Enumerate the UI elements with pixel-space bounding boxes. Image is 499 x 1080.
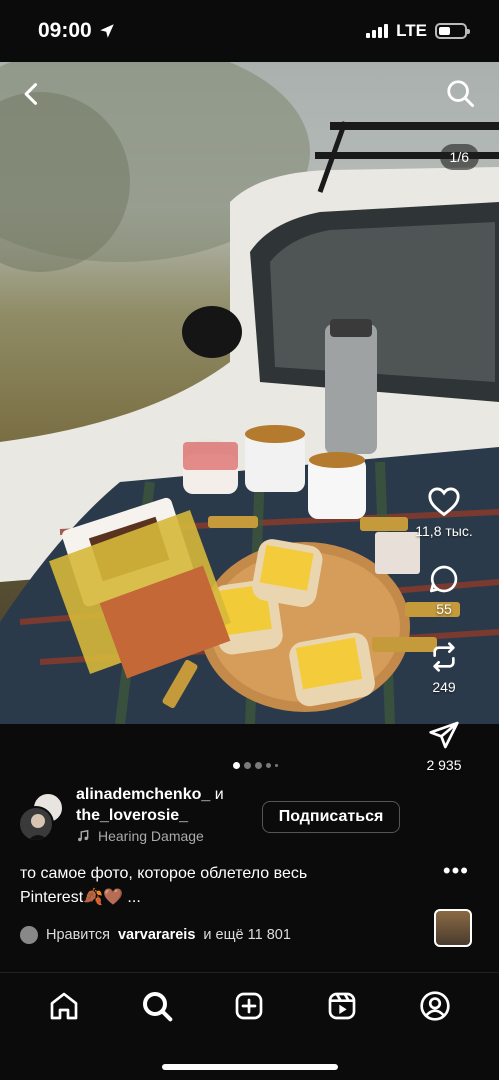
status-bar: 09:00 LTE: [0, 0, 499, 62]
reel-thumbnail[interactable]: [434, 909, 472, 947]
music-info[interactable]: Hearing Damage: [76, 828, 204, 844]
carousel-dot: [244, 762, 251, 769]
reels-icon[interactable]: [326, 990, 358, 1022]
search-icon[interactable]: [141, 990, 173, 1022]
caption-line: Pinterest🍂🤎 ...: [20, 889, 141, 906]
heart-icon[interactable]: [427, 485, 461, 517]
music-title[interactable]: Hearing Damage: [98, 828, 204, 844]
share-action[interactable]: 2 935: [426, 719, 462, 773]
post-caption[interactable]: то самое фото, которое облетело весь Pin…: [20, 862, 400, 910]
profile-icon[interactable]: [419, 990, 451, 1022]
music-note-icon: [78, 829, 89, 842]
repost-action[interactable]: 249: [428, 641, 460, 695]
liked-by-prefix: Нравится: [46, 927, 110, 943]
battery-icon: [435, 23, 470, 39]
carousel-dots: [233, 762, 278, 769]
caption-line: то самое фото, которое облетело весь: [20, 865, 308, 882]
location-arrow-icon: [99, 24, 114, 38]
author-secondary[interactable]: the_loverosie_: [76, 807, 188, 824]
more-icon[interactable]: •••: [443, 858, 469, 884]
avatar: [20, 926, 38, 944]
signal-icon: [366, 24, 389, 38]
tab-profile[interactable]: [417, 988, 453, 1024]
divider: [0, 972, 499, 973]
likes-count: 11,8 тыс.: [415, 523, 473, 539]
avatar[interactable]: [18, 806, 54, 842]
liked-by-suffix: и ещё 11 801: [203, 927, 291, 943]
tab-create[interactable]: [231, 988, 267, 1024]
status-time: 09:00: [38, 19, 116, 43]
comment-icon[interactable]: [428, 563, 460, 595]
home-icon[interactable]: [48, 990, 80, 1022]
shares-count: 2 935: [426, 757, 462, 773]
liked-by-user[interactable]: varvarareis: [118, 927, 195, 943]
author-primary[interactable]: alinademchenko_: [76, 786, 210, 803]
liked-by[interactable]: Нравится varvarareis и ещё 11 801: [20, 926, 291, 944]
reposts-count: 249: [432, 679, 456, 695]
home-indicator[interactable]: [162, 1064, 338, 1070]
carousel-dot: [275, 764, 278, 767]
network-label: LTE: [396, 21, 427, 40]
send-icon[interactable]: [427, 719, 461, 751]
image-counter: 1/6: [439, 144, 479, 170]
repost-icon[interactable]: [428, 641, 460, 673]
comments-count: 55: [436, 601, 452, 617]
tab-search[interactable]: [139, 988, 175, 1024]
author-conjunction: и: [214, 786, 224, 803]
carousel-dot-active: [233, 762, 240, 769]
carousel-dot: [266, 763, 271, 768]
bottom-tab-bar: [0, 980, 499, 1032]
post-actions: 11,8 тыс. 55 249 2 935: [389, 485, 499, 797]
author-names[interactable]: alinademchenko_ и the_loverosie_: [76, 784, 224, 826]
tab-home[interactable]: [46, 988, 82, 1024]
back-chevron-icon[interactable]: [18, 80, 46, 108]
search-icon[interactable]: [445, 78, 475, 108]
carousel-dot: [255, 762, 262, 769]
tab-reels[interactable]: [324, 988, 360, 1024]
follow-button[interactable]: Подписаться: [262, 801, 400, 833]
status-indicators: LTE: [366, 21, 470, 41]
like-action[interactable]: 11,8 тыс.: [415, 485, 473, 539]
author-avatars[interactable]: [18, 792, 70, 844]
comment-action[interactable]: 55: [428, 563, 460, 617]
time-text: 09:00: [38, 19, 92, 42]
add-icon[interactable]: [233, 990, 265, 1022]
